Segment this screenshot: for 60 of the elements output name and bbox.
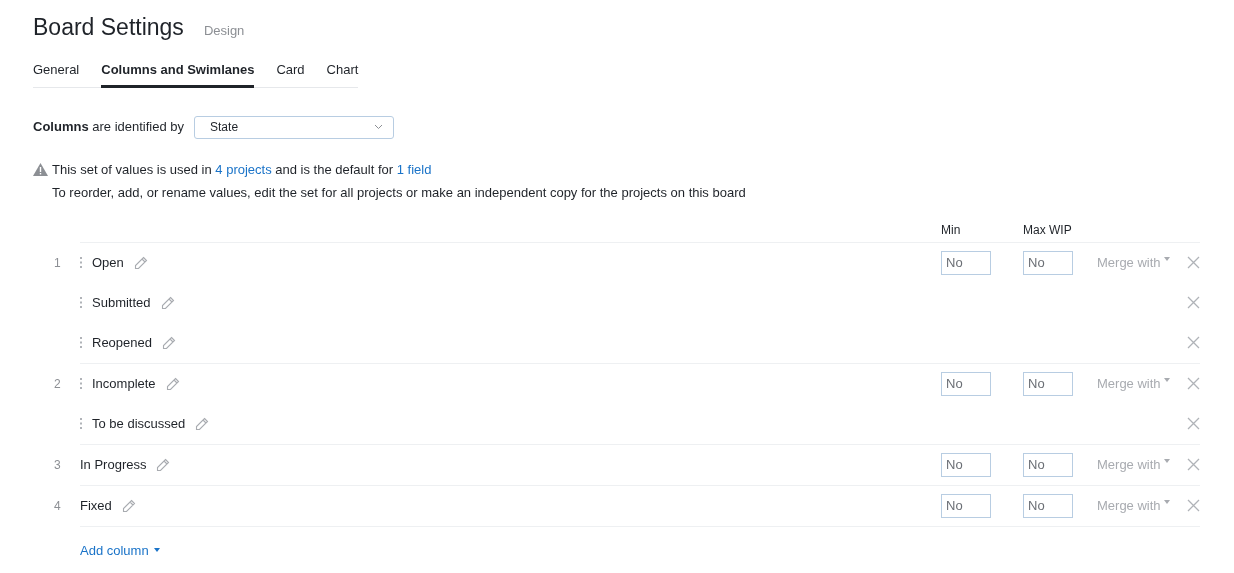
value-name: Open: [92, 253, 124, 272]
page-subtitle: Design: [203, 22, 245, 40]
close-icon[interactable]: [1187, 417, 1200, 430]
close-icon[interactable]: [1187, 377, 1200, 390]
notice-text: This set of values is used in 4 projects and is the default for 1 field: [52, 160, 432, 179]
page-title: Board Settings: [33, 13, 184, 42]
drag-handle-icon[interactable]: [80, 337, 82, 348]
max-wip-field[interactable]: No: [1023, 250, 1073, 275]
pencil-icon[interactable]: [165, 376, 180, 391]
caret-icon: [1163, 256, 1170, 261]
link[interactable]: 4 projects: [215, 161, 272, 177]
caret-icon: [1163, 377, 1170, 382]
max-wip-field[interactable]: No: [1023, 371, 1073, 396]
add-column-button[interactable]: Add column: [80, 540, 160, 560]
drag-handle-icon[interactable]: [80, 297, 82, 308]
value-name: Fixed: [80, 496, 112, 515]
close-icon[interactable]: [1187, 499, 1200, 512]
identified-by-label: Columns are identified by: [33, 118, 185, 137]
min-field[interactable]: No: [941, 452, 991, 477]
close-icon[interactable]: [1187, 296, 1200, 309]
pencil-icon[interactable]: [133, 255, 148, 270]
link[interactable]: 1 field: [396, 161, 432, 177]
warning-icon: [33, 162, 48, 176]
drag-handle-icon[interactable]: [80, 418, 82, 429]
drag-handle-icon[interactable]: [80, 378, 82, 389]
value-name: In Progress: [80, 455, 147, 474]
max-wip-field[interactable]: No: [1023, 493, 1073, 518]
pencil-icon[interactable]: [162, 335, 176, 350]
caret-icon: [153, 548, 160, 553]
close-icon[interactable]: [1187, 458, 1200, 471]
caret-icon: [1163, 458, 1170, 463]
tab[interactable]: Chart: [326, 60, 359, 88]
drag-handle-icon[interactable]: [80, 257, 82, 268]
column-number: 4: [54, 497, 61, 515]
pencil-icon[interactable]: [156, 457, 171, 472]
pencil-icon[interactable]: [195, 416, 210, 431]
value-name: Incomplete: [92, 374, 156, 393]
column-header: Min: [941, 221, 962, 239]
column-header: Max WIP: [1023, 221, 1072, 239]
close-icon[interactable]: [1187, 336, 1200, 349]
column-number: 2: [54, 375, 61, 393]
tab[interactable]: Card: [276, 60, 305, 88]
value-name: Reopened: [92, 333, 152, 352]
min-field[interactable]: No: [941, 371, 991, 396]
notice-hint: To reorder, add, or rename values, edit the set for all projects or make an independent copy for the projects on this board: [51, 184, 747, 202]
caret-icon: [1163, 499, 1170, 504]
pencil-icon[interactable]: [121, 498, 136, 513]
tab[interactable]: Columns and Swimlanes: [101, 60, 255, 88]
chevron-down-icon: [374, 124, 384, 130]
value-name: To be discussed: [92, 414, 186, 433]
tab[interactable]: General: [33, 60, 80, 88]
max-wip-field[interactable]: No: [1023, 452, 1073, 477]
column-number: 3: [54, 456, 61, 474]
value-name: Submitted: [92, 293, 151, 312]
min-field[interactable]: No: [941, 250, 991, 275]
pencil-icon[interactable]: [160, 295, 175, 310]
column-number: 1: [54, 254, 61, 272]
state-dropdown[interactable]: State: [194, 115, 395, 139]
close-icon[interactable]: [1187, 256, 1200, 269]
min-field[interactable]: No: [941, 493, 991, 518]
